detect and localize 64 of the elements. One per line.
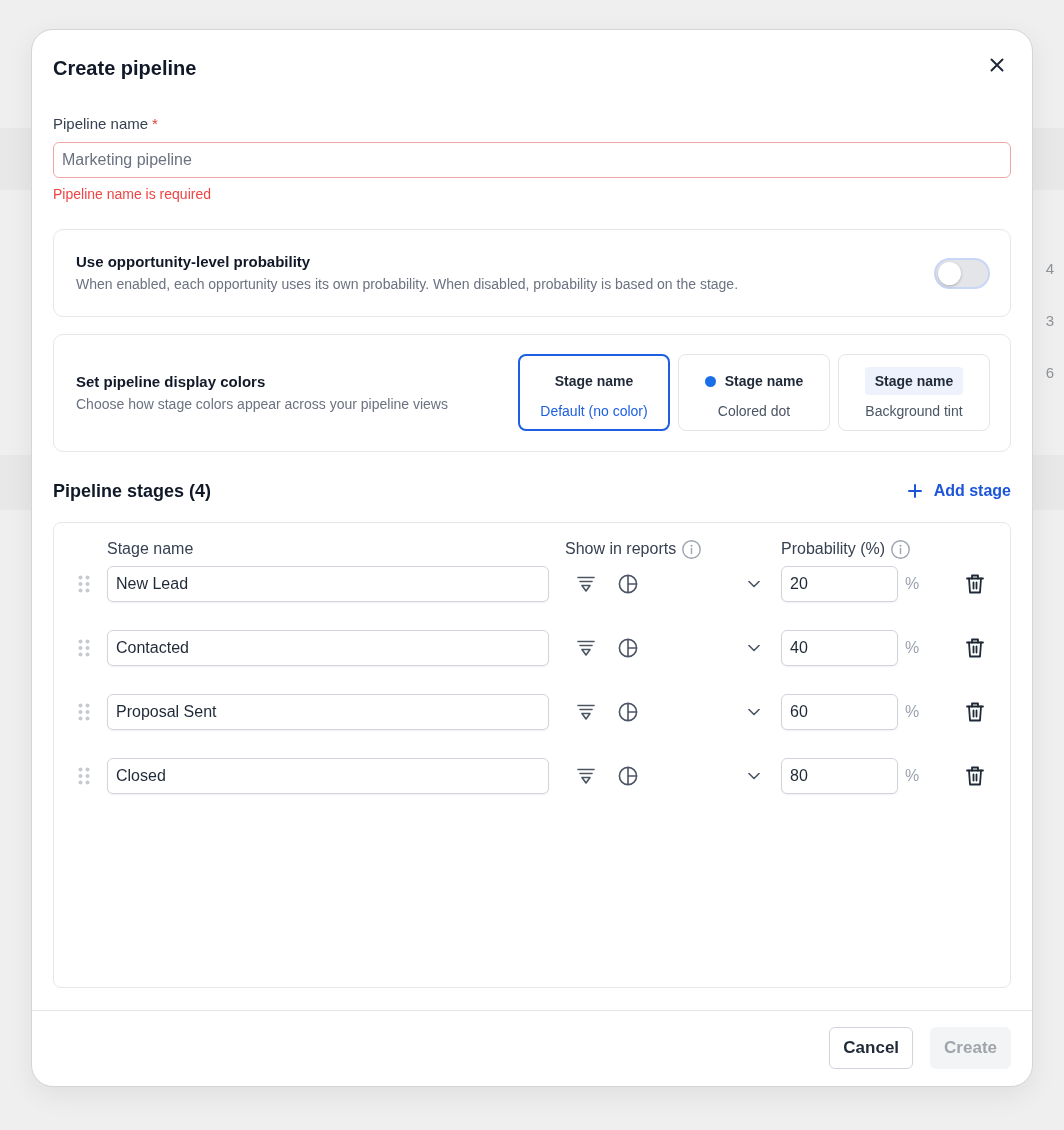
chevron-down-icon[interactable] bbox=[748, 772, 760, 780]
pie-chart-icon[interactable] bbox=[618, 638, 638, 658]
stage-name-field[interactable]: Closed bbox=[107, 758, 549, 794]
preview-label: Stage name bbox=[724, 372, 804, 391]
stage-name-field[interactable]: Contacted bbox=[107, 630, 549, 666]
pie-chart-icon[interactable] bbox=[618, 766, 638, 786]
background-number: 6 bbox=[1045, 363, 1054, 381]
funnel-icon[interactable] bbox=[577, 704, 595, 720]
stage-name-field[interactable]: Proposal Sent bbox=[107, 694, 549, 730]
funnel-icon[interactable] bbox=[577, 768, 595, 784]
percent-unit: % bbox=[905, 639, 920, 657]
section-title: Pipeline stages (4) bbox=[53, 480, 212, 502]
chevron-down-icon[interactable] bbox=[748, 644, 760, 652]
dialog-title: Create pipeline bbox=[53, 56, 197, 81]
funnel-icon[interactable] bbox=[577, 576, 595, 592]
error-message: Pipeline name is required bbox=[53, 185, 212, 204]
drag-handle-icon[interactable] bbox=[78, 575, 90, 593]
background-number: 4 bbox=[1045, 259, 1054, 277]
stage-name-field[interactable]: New Lead bbox=[107, 566, 549, 602]
probability-field[interactable]: 40 bbox=[781, 630, 898, 666]
toggle-switch[interactable] bbox=[934, 257, 990, 289]
cancel-button[interactable]: Cancel bbox=[829, 1027, 914, 1069]
drag-handle-icon[interactable] bbox=[78, 767, 90, 785]
percent-unit: % bbox=[905, 703, 920, 721]
percent-unit: % bbox=[905, 575, 920, 593]
pie-chart-icon[interactable] bbox=[618, 702, 638, 722]
option-caption: Background tint bbox=[865, 401, 963, 421]
column-header: Stage name bbox=[107, 540, 194, 558]
trash-icon[interactable] bbox=[966, 574, 984, 594]
card-description: When enabled, each opportunity uses its own probability. When disabled, probability is based on the stage. bbox=[76, 275, 739, 294]
color-option[interactable]: Stage name Colored dot bbox=[678, 354, 830, 431]
column-header: Show in reports bbox=[565, 540, 677, 558]
chevron-down-icon[interactable] bbox=[748, 580, 760, 588]
trash-icon[interactable] bbox=[966, 638, 984, 658]
chevron-down-icon[interactable] bbox=[748, 708, 760, 716]
probability-field[interactable]: 80 bbox=[781, 758, 898, 794]
card-description: Choose how stage colors appear across your pipeline views bbox=[76, 394, 448, 414]
color-option[interactable]: Stage name Background tint bbox=[838, 354, 990, 431]
background-number: 3 bbox=[1045, 311, 1054, 329]
add-stage-button[interactable]: Add stage bbox=[907, 482, 1011, 500]
card-title: Use opportunity-level probability bbox=[76, 252, 312, 272]
trash-icon[interactable] bbox=[966, 702, 984, 722]
color-option[interactable]: Stage name Default (no color) bbox=[518, 354, 670, 431]
option-caption: Default (no color) bbox=[540, 401, 648, 421]
card-title: Set pipeline display colors bbox=[76, 371, 267, 392]
close-icon[interactable] bbox=[990, 58, 1004, 72]
pie-chart-icon[interactable] bbox=[618, 574, 638, 594]
column-header: Probability (%) bbox=[781, 540, 886, 558]
text-field[interactable]: Marketing pipeline bbox=[53, 142, 1011, 178]
drag-handle-icon[interactable] bbox=[78, 639, 90, 657]
info-icon bbox=[891, 539, 911, 559]
required-mark: * bbox=[152, 114, 158, 134]
drag-handle-icon[interactable] bbox=[78, 703, 90, 721]
option-caption: Colored dot bbox=[717, 401, 791, 421]
preview-label: Stage name bbox=[554, 372, 634, 391]
plus-icon bbox=[907, 484, 922, 498]
probability-field[interactable]: 20 bbox=[781, 566, 898, 602]
funnel-icon[interactable] bbox=[577, 640, 595, 656]
field-label: Pipeline name bbox=[53, 114, 149, 134]
trash-icon[interactable] bbox=[966, 766, 984, 786]
percent-unit: % bbox=[905, 767, 920, 785]
probability-field[interactable]: 60 bbox=[781, 694, 898, 730]
tinted-preview-label: Stage name bbox=[864, 367, 964, 395]
info-icon bbox=[682, 539, 702, 559]
